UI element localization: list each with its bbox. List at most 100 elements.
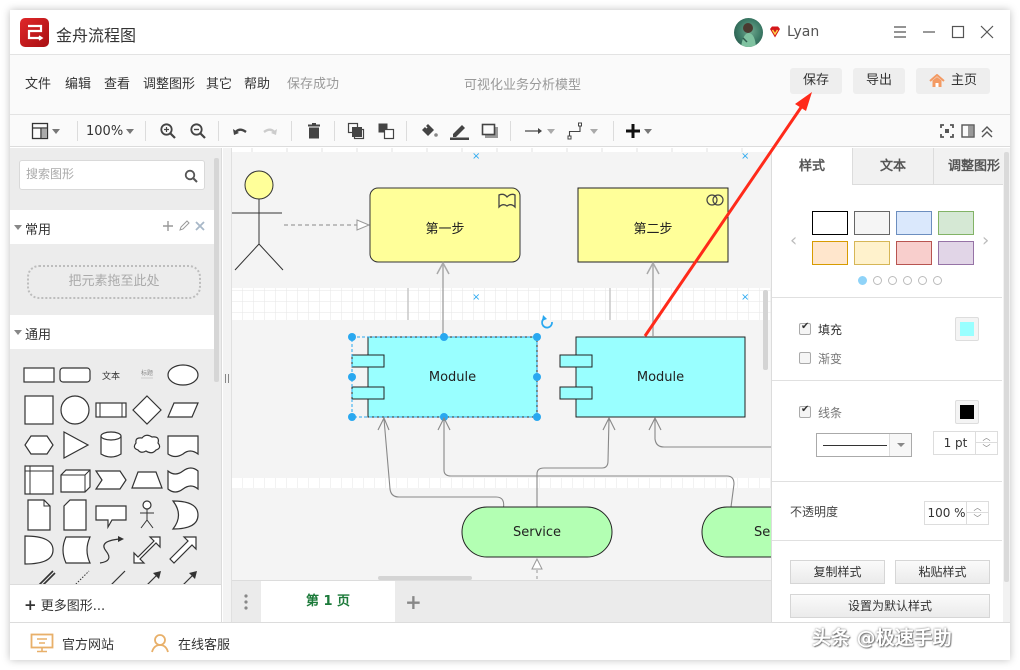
style-swatch[interactable] xyxy=(938,241,974,265)
node-module1[interactable] xyxy=(367,336,538,418)
add-page-button[interactable]: + xyxy=(405,590,422,614)
style-swatch[interactable] xyxy=(896,241,932,265)
hexagon-shape[interactable] xyxy=(22,428,56,462)
delete-button[interactable] xyxy=(305,119,323,143)
official-website-link[interactable]: 官方网站 xyxy=(30,633,114,653)
swatch-page-dot[interactable] xyxy=(933,276,942,285)
zoom-select[interactable]: 100% xyxy=(86,119,135,143)
style-swatch[interactable] xyxy=(854,211,890,235)
stored-data-shape[interactable] xyxy=(58,533,92,567)
panel-splitter[interactable]: || xyxy=(223,148,232,622)
search-icon[interactable] xyxy=(184,169,198,183)
node-service2[interactable] xyxy=(701,506,771,558)
format-panel-scrollbar[interactable] xyxy=(1003,148,1010,622)
style-swatch[interactable] xyxy=(812,241,848,265)
zoom-in-button[interactable] xyxy=(159,119,177,143)
undo-button[interactable] xyxy=(231,119,249,143)
close-icon[interactable] xyxy=(194,220,206,232)
parallelogram-shape[interactable] xyxy=(166,393,200,427)
menu-adjust-shape[interactable]: 调整图形 xyxy=(143,73,195,92)
shape-search-input[interactable] xyxy=(26,167,176,181)
connection-style-button[interactable] xyxy=(524,119,555,143)
drop-zone[interactable]: 把元素拖至此处 xyxy=(27,265,201,299)
user-avatar[interactable] xyxy=(734,18,763,47)
tab-text[interactable]: 文本 xyxy=(852,148,933,185)
triangle-shape[interactable] xyxy=(58,428,92,462)
or-shape[interactable] xyxy=(166,498,200,532)
note-shape[interactable] xyxy=(22,498,56,532)
ellipse-shape[interactable] xyxy=(166,358,200,392)
zoom-out-button[interactable] xyxy=(189,119,207,143)
shadow-button[interactable] xyxy=(481,119,499,143)
line-color-picker[interactable] xyxy=(955,400,979,424)
section-common[interactable]: 常用 xyxy=(10,210,214,244)
add-icon[interactable] xyxy=(162,220,174,232)
more-shapes-button[interactable]: + 更多图形... xyxy=(10,584,222,622)
heading-shape[interactable]: 标题 xyxy=(130,358,164,392)
edit-icon[interactable] xyxy=(178,220,190,232)
close-icon[interactable] xyxy=(977,22,997,42)
step-up-icon[interactable]: ︿ xyxy=(967,502,988,513)
rounded-rectangle-shape[interactable] xyxy=(58,358,92,392)
document-shape[interactable] xyxy=(166,428,200,462)
swatch-page-dot[interactable] xyxy=(888,276,897,285)
menu-icon[interactable] xyxy=(890,22,910,42)
canvas-vertical-scrollbar[interactable] xyxy=(763,290,768,370)
delay-shape[interactable] xyxy=(22,533,56,567)
page-menu-icon[interactable] xyxy=(244,594,248,610)
node-step1[interactable] xyxy=(369,187,521,263)
text-shape[interactable]: 文本 xyxy=(94,358,128,392)
minimize-icon[interactable] xyxy=(919,22,939,42)
set-default-style-button[interactable]: 设置为默认样式 xyxy=(790,594,990,618)
swatch-page-dot[interactable] xyxy=(858,276,867,285)
cylinder-shape[interactable] xyxy=(94,428,128,462)
document-title[interactable]: 可视化业务分析模型 xyxy=(464,74,581,93)
shape-search[interactable] xyxy=(19,160,205,190)
circle-shape[interactable] xyxy=(58,393,92,427)
swatch-page-dot[interactable] xyxy=(918,276,927,285)
process-shape[interactable] xyxy=(94,393,128,427)
line-checkbox[interactable] xyxy=(799,404,811,418)
step-up-icon[interactable]: ︿ xyxy=(976,432,997,443)
arrow-shape[interactable] xyxy=(166,533,200,567)
maximize-icon[interactable] xyxy=(948,22,968,42)
insert-button[interactable] xyxy=(625,119,652,143)
fill-color-picker[interactable] xyxy=(955,317,979,341)
line-color-button[interactable] xyxy=(449,119,469,143)
layout-button[interactable] xyxy=(31,119,60,143)
menu-other[interactable]: 其它 xyxy=(206,73,232,92)
menu-edit[interactable]: 编辑 xyxy=(65,73,91,92)
style-swatch[interactable] xyxy=(938,211,974,235)
shape-panel-scrollbar[interactable] xyxy=(214,158,219,382)
fill-checkbox[interactable] xyxy=(799,321,811,335)
tab-style[interactable]: 样式 xyxy=(772,148,852,185)
step-shape[interactable] xyxy=(94,463,128,497)
menu-help[interactable]: 帮助 xyxy=(244,73,270,92)
line-width-stepper[interactable]: 1 pt ︿ ﹀ xyxy=(933,431,998,455)
format-panel-toggle[interactable] xyxy=(961,119,975,143)
redo-button[interactable] xyxy=(261,119,279,143)
waypoint-button[interactable] xyxy=(567,119,598,143)
copy-style-button[interactable]: 复制样式 xyxy=(790,560,885,584)
actor-shape[interactable] xyxy=(130,498,164,532)
node-service1[interactable] xyxy=(461,506,613,558)
swatch-prev-icon[interactable]: ‹ xyxy=(790,230,797,251)
node-step2[interactable] xyxy=(577,187,729,263)
trapezoid-shape[interactable] xyxy=(130,463,164,497)
home-button[interactable]: 主页 xyxy=(916,68,990,94)
opacity-stepper[interactable]: 100 % ︿ ﹀ xyxy=(924,501,989,525)
square-shape[interactable] xyxy=(22,393,56,427)
line-style-select[interactable] xyxy=(816,433,912,457)
style-swatch[interactable] xyxy=(812,211,848,235)
internal-storage-shape[interactable] xyxy=(22,463,56,497)
curved-arrow-shape[interactable] xyxy=(94,533,128,567)
collapse-toolbar-button[interactable] xyxy=(980,119,994,143)
gradient-checkbox[interactable] xyxy=(799,352,811,364)
menu-file[interactable]: 文件 xyxy=(25,73,51,92)
swatch-next-icon[interactable]: › xyxy=(982,230,989,251)
swatch-page-dot[interactable] xyxy=(873,276,882,285)
style-swatch[interactable] xyxy=(854,241,890,265)
user-name[interactable]: Lyan xyxy=(787,24,819,40)
card-shape[interactable] xyxy=(58,498,92,532)
double-arrow-shape[interactable] xyxy=(130,533,164,567)
